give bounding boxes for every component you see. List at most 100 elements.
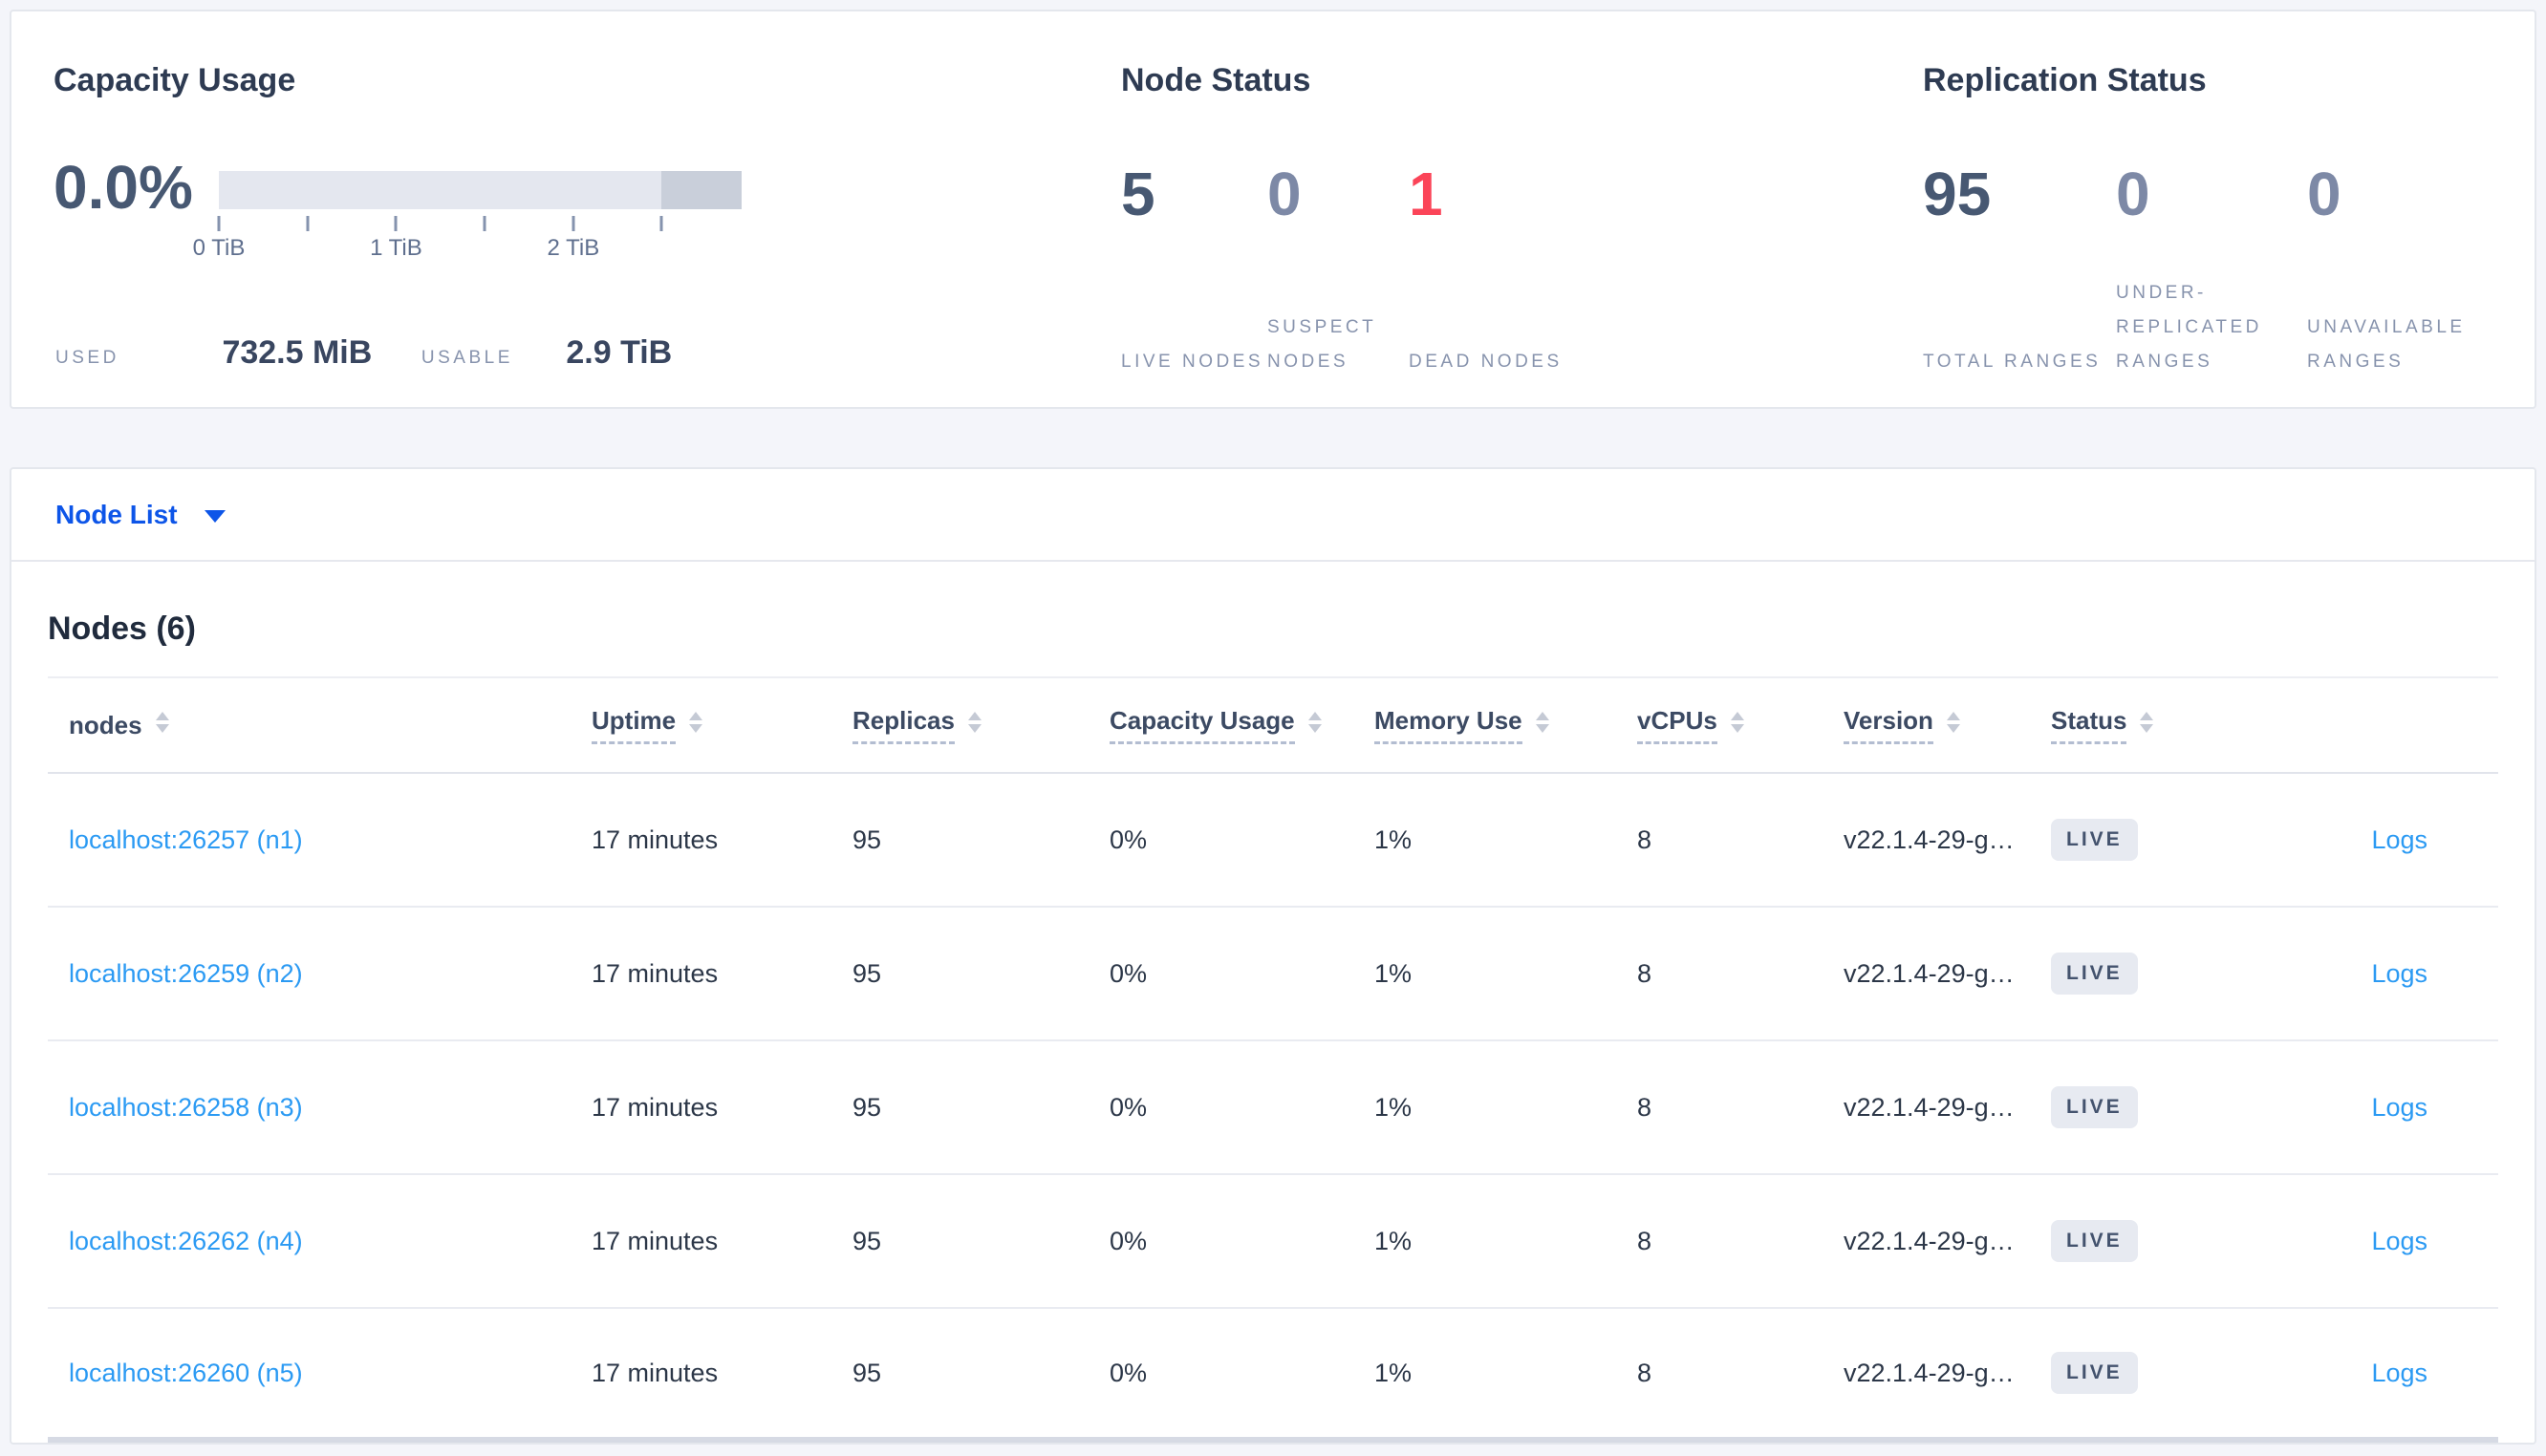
node-link[interactable]: localhost:26262 (n4) xyxy=(69,1227,303,1255)
total-ranges-value: 95 xyxy=(1923,160,1992,228)
memory-cell: 1% xyxy=(1374,1226,1413,1255)
status-badge: LIVE xyxy=(2051,819,2138,861)
column-header-status[interactable]: Status xyxy=(2030,706,2221,744)
unavailable-ranges-stat: 0 UNAVAILABLE RANGES xyxy=(2307,160,2517,379)
memory-cell: 1% xyxy=(1374,958,1413,988)
suspect-nodes-label: SUSPECT NODES xyxy=(1267,317,1376,372)
sort-icon xyxy=(1946,712,1960,733)
sort-icon xyxy=(1535,712,1549,733)
capacity-gauge-nonusable-segment xyxy=(661,171,742,209)
node-link[interactable]: localhost:26258 (n3) xyxy=(69,1093,303,1122)
used-label: USED xyxy=(55,348,119,368)
column-header-memory-use[interactable]: Memory Use xyxy=(1353,706,1616,744)
tick-label: 2 TiB xyxy=(547,235,600,261)
total-ranges-stat: 95 TOTAL RANGES xyxy=(1923,160,2116,379)
table-row: localhost:26258 (n3) 17 minutes 95 0% 1%… xyxy=(48,1041,2498,1175)
node-list-dropdown[interactable]: Node List xyxy=(11,469,2535,562)
live-nodes-stat: 5 LIVE NODES xyxy=(1121,160,1267,379)
tick-mark xyxy=(572,216,575,231)
uptime-cell: 17 minutes xyxy=(592,824,719,854)
replicas-cell: 95 xyxy=(852,824,882,854)
column-header-nodes[interactable]: nodes xyxy=(48,711,571,740)
sort-icon xyxy=(1307,712,1322,733)
capacity-gauge: 0 TiB 1 TiB 2 TiB xyxy=(193,171,742,264)
logs-link[interactable]: Logs xyxy=(2371,1359,2427,1387)
sort-icon xyxy=(1730,712,1744,733)
sort-icon xyxy=(967,712,982,733)
dead-nodes-stat: 1 DEAD NODES xyxy=(1409,160,1590,379)
column-header-vcpus[interactable]: vCPUs xyxy=(1616,706,1823,744)
node-link[interactable]: localhost:26260 (n5) xyxy=(69,1359,303,1387)
version-cell: v22.1.4-29-g… xyxy=(1844,958,2015,988)
table-row: localhost:26260 (n5) 17 minutes 95 0% 1%… xyxy=(48,1309,2498,1443)
vcpus-cell: 8 xyxy=(1637,958,1652,988)
capacity-cell: 0% xyxy=(1110,958,1148,988)
logs-link[interactable]: Logs xyxy=(2371,959,2427,988)
status-badge: LIVE xyxy=(2051,1352,2138,1394)
capacity-usage-title: Capacity Usage xyxy=(54,62,296,98)
tick-label: 1 TiB xyxy=(370,235,422,261)
dead-nodes-label: DEAD NODES xyxy=(1409,352,1563,372)
column-header-replicas[interactable]: Replicas xyxy=(831,706,1089,744)
capacity-cell: 0% xyxy=(1110,1092,1148,1122)
capacity-percent-value: 0.0% xyxy=(54,153,193,222)
node-status-stats: 5 LIVE NODES 0 SUSPECT NODES 1 DEAD NODE… xyxy=(1121,160,1905,379)
sort-icon xyxy=(155,712,169,733)
usable-value: 2.9 TiB xyxy=(566,334,673,371)
column-header-uptime[interactable]: Uptime xyxy=(571,706,831,744)
vcpus-cell: 8 xyxy=(1637,1358,1652,1387)
table-row: localhost:26262 (n4) 17 minutes 95 0% 1%… xyxy=(48,1175,2498,1309)
sort-icon xyxy=(2140,712,2154,733)
node-link[interactable]: localhost:26259 (n2) xyxy=(69,959,303,988)
replication-status-title: Replication Status xyxy=(1923,62,2207,98)
usable-label: USABLE xyxy=(421,348,513,368)
uptime-cell: 17 minutes xyxy=(592,958,719,988)
tick-mark xyxy=(306,216,310,231)
suspect-nodes-stat: 0 SUSPECT NODES xyxy=(1267,160,1409,379)
logs-link[interactable]: Logs xyxy=(2371,1093,2427,1122)
node-list-panel: Node List Nodes (6) nodes Uptime Replica… xyxy=(10,467,2536,1445)
vcpus-cell: 8 xyxy=(1637,1226,1652,1255)
chevron-down-icon xyxy=(204,510,226,523)
capacity-gauge-bar xyxy=(219,171,742,209)
capacity-cell: 0% xyxy=(1110,824,1148,854)
nodes-table-section: Nodes (6) nodes Uptime Replicas Capacity… xyxy=(11,562,2535,1443)
version-cell: v22.1.4-29-g… xyxy=(1844,1092,2015,1122)
tick-mark xyxy=(394,216,398,231)
live-nodes-value: 5 xyxy=(1121,160,1155,228)
sort-icon xyxy=(689,712,703,733)
uptime-cell: 17 minutes xyxy=(592,1092,719,1122)
nodes-table-header: nodes Uptime Replicas Capacity Usage Mem… xyxy=(48,678,2498,774)
dead-nodes-value: 1 xyxy=(1409,160,1443,228)
capacity-cell: 0% xyxy=(1110,1226,1148,1255)
node-link[interactable]: localhost:26257 (n1) xyxy=(69,825,303,854)
logs-link[interactable]: Logs xyxy=(2371,1227,2427,1255)
capacity-gauge-ticks xyxy=(217,216,742,231)
nodes-table-title: Nodes (6) xyxy=(48,562,2498,678)
replicas-cell: 95 xyxy=(852,1092,882,1122)
memory-cell: 1% xyxy=(1374,1358,1413,1387)
used-value: 732.5 MiB xyxy=(222,334,373,371)
vcpus-cell: 8 xyxy=(1637,1092,1652,1122)
capacity-cell: 0% xyxy=(1110,1358,1148,1387)
node-list-dropdown-label[interactable]: Node List xyxy=(55,500,178,530)
tick-mark xyxy=(483,216,486,231)
uptime-cell: 17 minutes xyxy=(592,1358,719,1387)
version-cell: v22.1.4-29-g… xyxy=(1844,1358,2015,1387)
memory-cell: 1% xyxy=(1374,824,1413,854)
version-cell: v22.1.4-29-g… xyxy=(1844,1226,2015,1255)
memory-cell: 1% xyxy=(1374,1092,1413,1122)
total-ranges-label: TOTAL RANGES xyxy=(1923,352,2102,372)
status-badge: LIVE xyxy=(2051,1086,2138,1128)
node-status-card: Node Status 5 LIVE NODES 0 SUSPECT NODES… xyxy=(1121,59,1905,379)
column-header-version[interactable]: Version xyxy=(1823,706,2030,744)
table-row: localhost:26257 (n1) 17 minutes 95 0% 1%… xyxy=(48,774,2498,908)
tick-mark xyxy=(659,216,663,231)
under-replicated-ranges-stat: 0 UNDER-REPLICATED RANGES xyxy=(2116,160,2307,379)
cluster-summary-panel: Capacity Usage 0.0% 0 TiB 1 TiB 2 TiB US… xyxy=(10,10,2536,409)
capacity-detail-row: USED 732.5 MiB USABLE 2.9 TiB xyxy=(55,334,672,372)
column-header-capacity-usage[interactable]: Capacity Usage xyxy=(1089,706,1353,744)
logs-link[interactable]: Logs xyxy=(2371,825,2427,854)
replication-stats: 95 TOTAL RANGES 0 UNDER-REPLICATED RANGE… xyxy=(1923,160,2525,379)
replicas-cell: 95 xyxy=(852,1226,882,1255)
